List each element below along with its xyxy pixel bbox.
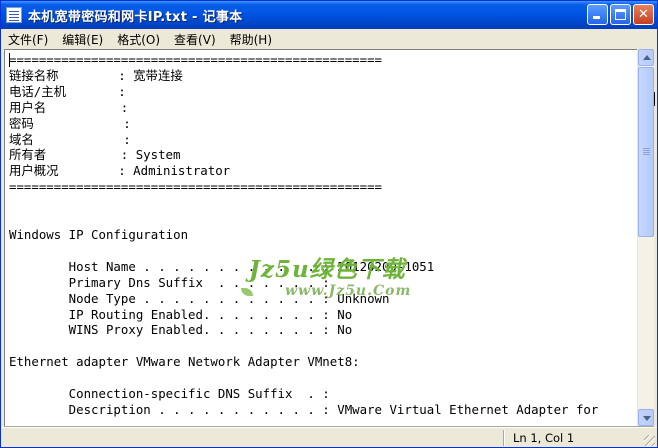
status-separator [503, 430, 505, 446]
close-icon: ✕ [638, 7, 649, 22]
minimize-button[interactable] [587, 4, 608, 25]
text-cursor-icon [654, 92, 658, 106]
editor-content[interactable]: ========================================… [5, 50, 637, 418]
scroll-up-button[interactable] [638, 49, 654, 66]
cursor-position: Ln 1, Col 1 [513, 431, 575, 445]
menu-view[interactable]: 查看(V) [167, 31, 223, 48]
window-title: 本机宽带密码和网卡IP.txt - 记事本 [28, 9, 243, 25]
menu-file[interactable]: 文件(F) [1, 31, 55, 48]
menu-bar: 文件(F) 编辑(E) 格式(O) 查看(V) 帮助(H) [1, 29, 657, 49]
scroll-down-button[interactable] [638, 409, 654, 426]
menu-format[interactable]: 格式(O) [110, 31, 167, 48]
arrow-down-icon [643, 416, 651, 421]
resize-grip-icon[interactable] [644, 435, 655, 446]
window-controls: ✕ [587, 4, 654, 25]
scroll-thumb[interactable] [638, 67, 654, 237]
minimize-icon [593, 16, 600, 19]
menu-edit[interactable]: 编辑(E) [55, 31, 110, 48]
vertical-scrollbar[interactable] [637, 49, 654, 426]
status-bar: Ln 1, Col 1 [1, 427, 657, 447]
notepad-icon[interactable] [6, 7, 22, 23]
text-editor[interactable]: ========================================… [4, 49, 637, 426]
text-caret [9, 53, 10, 67]
title-bar[interactable]: 本机宽带密码和网卡IP.txt - 记事本 ✕ [1, 1, 657, 29]
arrow-up-icon [643, 55, 651, 60]
close-button[interactable]: ✕ [633, 4, 654, 25]
grip-icon [643, 148, 650, 149]
maximize-button[interactable] [610, 4, 631, 25]
notepad-window: 本机宽带密码和网卡IP.txt - 记事本 ✕ 文件(F) 编辑(E) 格式(O… [0, 0, 658, 448]
menu-help[interactable]: 帮助(H) [223, 31, 279, 48]
maximize-icon [615, 9, 626, 20]
